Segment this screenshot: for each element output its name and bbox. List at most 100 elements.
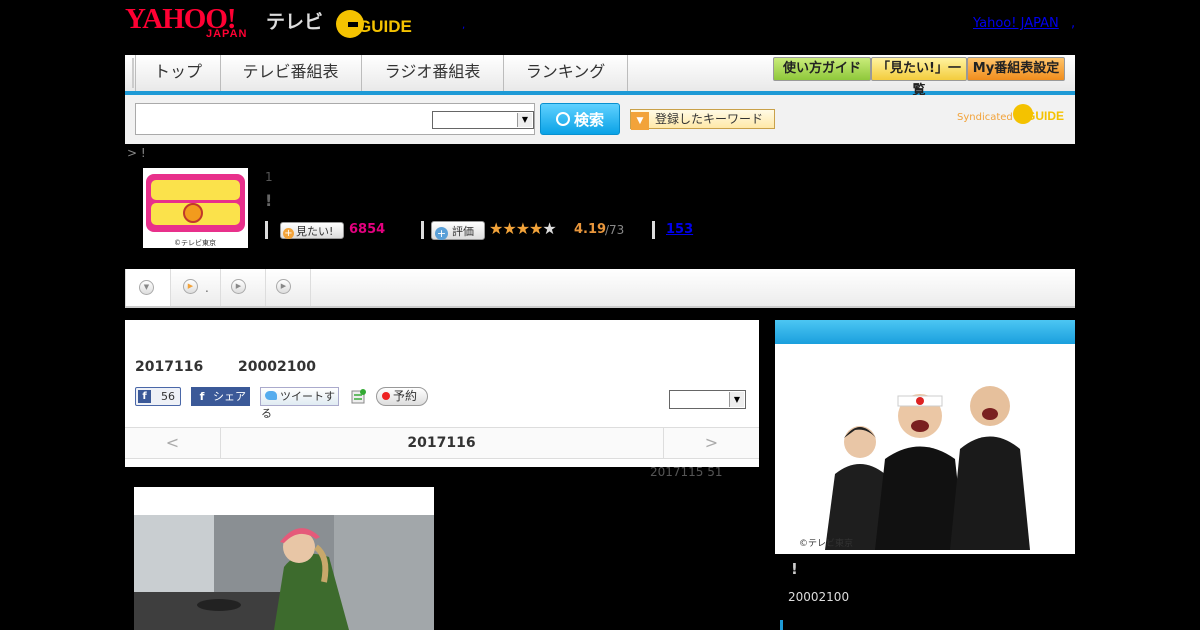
facebook-icon: f [199,390,205,403]
next-date-button[interactable]: > [663,428,759,458]
bookmark-icon[interactable] [351,388,367,404]
tab-ranking[interactable]: ランキング [504,55,628,91]
info-divider [421,221,424,239]
program-logo-art: ©テレビ東京 [143,168,248,248]
plus-icon: + [283,228,294,239]
tweet-button[interactable]: ツイートする [260,387,339,420]
facebook-share-button[interactable]: f シェア [191,387,250,406]
my-schedule-button[interactable]: My番組表設定 [967,57,1065,81]
want-count: 6854 [349,222,386,237]
thumb-steel-fridge [334,515,434,630]
play-icon: ▶ [276,279,291,294]
episode-thumbnail[interactable] [134,487,434,630]
guide-button[interactable]: 使い方ガイド [773,57,871,81]
info-divider [652,221,655,239]
cast-image-art: ©テレビ東京 [795,354,1055,550]
facebook-like-button[interactable]: f 56 [135,387,181,406]
cast-person-center-body [875,446,965,550]
search-button[interactable]: 検索 [540,103,620,135]
program-image-caption: ©テレビ東京 [174,238,216,247]
reserve-button[interactable]: 予約 [376,387,428,406]
search-icon [555,112,570,126]
program-logo-band-top [151,180,240,200]
current-date: 2017116 [407,435,476,451]
header-link-dot[interactable]: , [1071,16,1075,31]
episode-date: 2017116 [135,359,204,375]
syndicated-gguide-logo: GUIDE [1013,104,1064,124]
date-navigation: < 2017116 > [125,427,759,459]
search-category-select[interactable]: ▼ [432,111,534,129]
subtab-2[interactable]: ▶ . [170,269,221,306]
side-panel-title: ! [791,560,798,578]
star-icon: ★ [489,219,503,238]
play-icon: ▶ [183,279,198,294]
info-divider [265,221,268,239]
subtab-3[interactable]: ▶ [221,269,266,306]
record-icon [382,392,390,400]
rating-total: /73 [605,223,625,237]
side-panel-time: 20002100 [788,590,850,604]
registered-keyword-button[interactable]: ▼ 登録したキーワード [630,109,775,130]
chevron-down-icon: ▼ [729,392,744,407]
side-panel-header [775,320,1075,344]
episode-time: 20002100 [238,359,316,375]
tab-radio-schedule[interactable]: ラジオ番組表 [362,55,504,91]
gguide-logo-g-bar [348,22,358,27]
star-icon: ★ [502,219,516,238]
previous-episode-info: 2017115 51 [650,465,723,479]
syn-logo-text: GUIDE [1026,109,1064,123]
rate-button[interactable]: + 評価 [431,221,485,240]
thumb-margin [134,487,434,515]
thumb-pan [197,599,241,611]
cast-image[interactable]: ©テレビ東京 [795,354,1055,550]
side-panel: ©テレビ東京 [775,344,1075,554]
bookmark-icon-line-2 [354,398,362,400]
star-icon: ★ [542,219,556,238]
reserve-label: 予約 [393,389,418,403]
cast-headband-sun [916,397,924,405]
want-to-watch-button[interactable]: + 見たい! [280,222,344,239]
yahoo-logo-japan: JAPAN [206,28,248,40]
yahoo-japan-link[interactable]: Yahoo! JAPAN [973,16,1059,31]
program-image[interactable]: ©テレビ東京 [143,168,248,248]
program-logo-medal [183,203,203,223]
breadcrumb[interactable]: > ! [127,146,146,160]
episode-panel: 2017116 20002100 f 56 f シェア ツイートする 予約 ▼ <… [125,320,759,467]
want-list-button[interactable]: 「見たい!」一覧 [871,57,967,98]
gguide-logo[interactable]: GUIDE [334,8,430,40]
subtab-4[interactable]: ▶ [266,269,311,306]
cast-image-caption: ©テレビ東京 [799,537,853,549]
subtab-1[interactable]: ▼ [125,269,171,306]
tab-tv-schedule[interactable]: テレビ番組表 [220,55,362,91]
side-panel-divider [780,620,783,630]
registered-keyword-label: 登録したキーワード [655,112,764,126]
triangle-down-icon: ▼ [631,112,649,130]
tv-label: テレビ [266,11,324,33]
tab-top[interactable]: トップ [135,55,221,91]
facebook-like-count: 56 [161,390,175,403]
episode-count: 1 [265,170,273,184]
want-label: 見たい! [296,225,334,238]
bookmark-icon-line-1 [354,394,362,396]
play-icon: ▶ [231,279,246,294]
episode-select[interactable]: ▼ [669,390,746,409]
main-nav: トップ テレビ番組表 ラジオ番組表 ランキング 使い方ガイド 「見たい!」一覧 … [125,55,1075,98]
episode-thumbnail-art [134,487,434,630]
program-subtabs: ▼ ▶ . ▶ ▶ [125,269,1075,308]
subtab-2-label: . [205,281,209,295]
search-button-label: 検索 [573,111,604,129]
review-count-link[interactable]: 153 [666,222,693,237]
cast-person-right-body [950,436,1030,550]
twitter-icon [265,391,277,400]
chevron-down-icon: ▼ [517,113,532,127]
prev-date-button[interactable]: < [125,428,221,458]
header-link-dot[interactable]: , [462,20,465,31]
thumb-stove [134,592,294,630]
program-title: ! [265,191,273,210]
search-bar: ▼ 検索 ▼ 登録したキーワード Syndicated GUIDE [125,95,1075,144]
cast-mouth [982,408,998,420]
plus-icon: + [435,227,448,240]
facebook-icon: f [138,390,151,403]
bookmark-icon-badge [360,389,366,395]
star-rating: ★★★★★ [489,219,557,238]
